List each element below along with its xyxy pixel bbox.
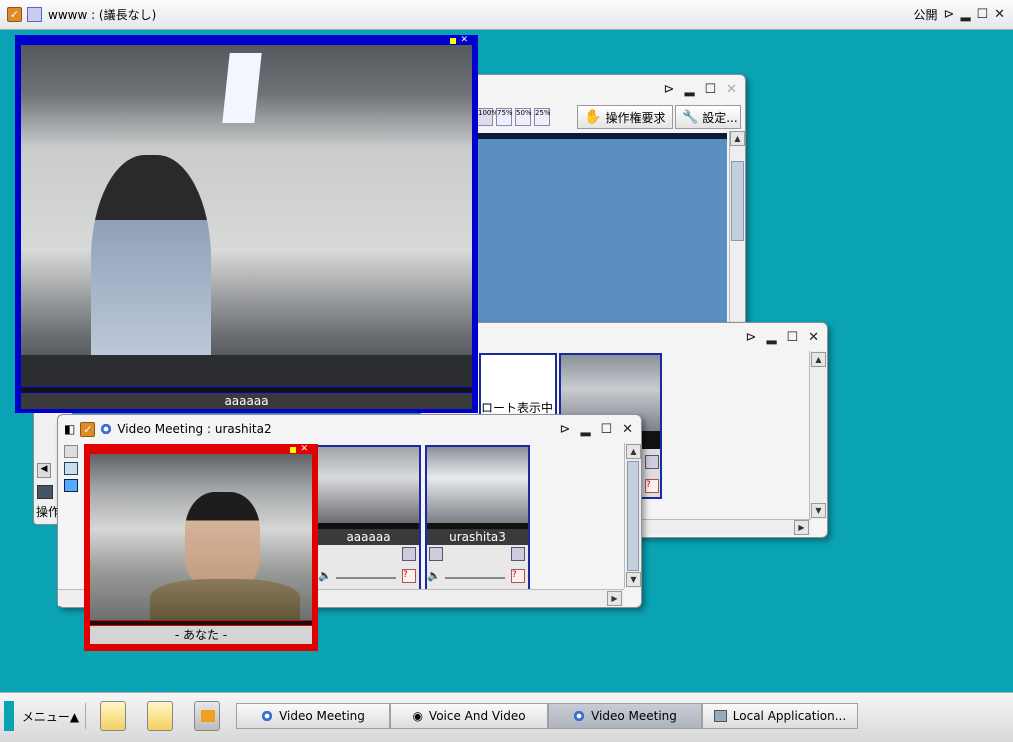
help-icon[interactable]: ? [511, 569, 525, 583]
close-icon[interactable]: ✕ [460, 35, 468, 45]
control-request-button[interactable]: ✋ 操作権要求 [577, 105, 673, 129]
window-titlebar: ⊳ ▂ ☐ ✕ [441, 75, 745, 103]
expand-icon[interactable] [429, 547, 443, 561]
expand-icon[interactable] [645, 455, 659, 469]
whiteboard-window: ⊳ ▂ ☐ ✕ 100% 75% 50% 25% ✋ 操作権要求 🔧 設定...… [440, 74, 746, 336]
volume-slider[interactable] [445, 577, 505, 579]
maximize-icon[interactable]: ☐ [600, 422, 612, 437]
vertical-scrollbar[interactable]: ▲ ▼ [809, 351, 827, 519]
minimize-icon[interactable]: ▂ [684, 82, 694, 97]
minimize-icon[interactable]: ▂ [766, 330, 776, 345]
zoom-50-button[interactable]: 50% [515, 108, 532, 126]
notebook-icon[interactable] [100, 701, 126, 731]
video-feed [21, 45, 472, 387]
layout-large-icon[interactable] [64, 479, 78, 492]
top-title-bar: ✓ wwww : (議長なし) 公開 ⊳ ▂ ☐ ✕ [0, 0, 1013, 30]
help-icon[interactable]: ? [402, 569, 416, 583]
zoom-75-button[interactable]: 75% [496, 108, 513, 126]
speaker-icon[interactable]: 🔈 [318, 569, 332, 582]
hand-icon: ✋ [584, 109, 602, 125]
conference-title: wwww : (議長なし) [48, 8, 157, 22]
expand-icon[interactable] [511, 547, 525, 561]
flag-icon[interactable]: ⊳ [664, 82, 675, 97]
menu-button[interactable]: メニュー▲ [16, 703, 86, 729]
self-video-window[interactable]: ✕ - あなた - [84, 444, 318, 651]
close-icon[interactable]: ✕ [726, 82, 737, 97]
window-titlebar: ◧ ✓ Video Meeting : urashita2 ⊳ ▂ ☐ ✕ [58, 415, 641, 443]
window-title: Video Meeting : urashita2 [117, 422, 272, 436]
taskbar-handle [4, 701, 14, 731]
scroll-right-icon[interactable]: ▶ [794, 520, 809, 535]
scroll-left-icon[interactable]: ◀ [37, 463, 51, 478]
check-icon[interactable]: ✓ [80, 421, 96, 437]
vertical-scrollbar[interactable]: ▲ ▼ [624, 443, 641, 588]
maximize-icon[interactable]: ☐ [786, 330, 798, 345]
zoom-100-button[interactable]: 100% [477, 108, 498, 126]
participant-tile: aaaaaa 🔈 ? [316, 445, 421, 591]
taskbar: メニュー▲ Video Meeting ◉ Voice And Video Vi… [0, 692, 1013, 742]
pin-icon[interactable] [450, 38, 456, 44]
close-icon[interactable]: ✕ [622, 422, 633, 437]
public-label: 公開 [913, 8, 938, 22]
thumbnail-icon[interactable] [37, 485, 53, 499]
scroll-up-icon[interactable]: ▲ [811, 352, 826, 367]
window-titlebar: ⊳ ▂ ☐ ✕ [421, 323, 827, 351]
flag-icon[interactable]: ⊳ [560, 422, 571, 437]
flag-icon[interactable]: ⊳ [746, 330, 757, 345]
video-feed [90, 454, 312, 620]
gear-icon [261, 710, 274, 722]
scroll-down-icon[interactable]: ▼ [626, 572, 641, 587]
check-icon[interactable]: ✓ [7, 7, 22, 22]
maximize-icon[interactable]: ☐ [704, 82, 716, 97]
maximize-icon[interactable]: ☐ [976, 7, 988, 22]
scroll-up-icon[interactable]: ▲ [626, 444, 641, 459]
big-video-window[interactable]: ✕ aaaaaa [15, 35, 478, 413]
window-icon [27, 7, 42, 22]
help-icon[interactable]: ? [645, 479, 659, 493]
restore-icon[interactable]: ◧ [64, 422, 75, 436]
minimize-icon[interactable]: ▂ [580, 422, 590, 437]
whiteboard-canvas[interactable] [477, 133, 727, 328]
gear-icon [100, 423, 113, 435]
close-icon[interactable]: ✕ [808, 330, 819, 345]
participant-name: aaaaaa [318, 529, 419, 545]
participant-tile: urashita3 🔈 ? [425, 445, 530, 591]
notes-icon[interactable] [147, 701, 173, 731]
layout-toolbar [64, 445, 82, 497]
minimize-icon[interactable]: ▂ [960, 7, 970, 22]
close-icon[interactable]: ✕ [300, 444, 308, 454]
zoom-toolbar: 100% 75% 50% 25% [477, 106, 551, 128]
gear-icon [573, 710, 586, 722]
vertical-scrollbar[interactable]: ▲ [729, 131, 745, 331]
horizontal-scrollbar[interactable]: ▶ [631, 519, 811, 535]
layout-medium-icon[interactable] [64, 462, 78, 475]
webcam-icon: ◉ [412, 709, 423, 723]
exit-icon[interactable] [194, 701, 220, 731]
flag-icon[interactable]: ⊳ [944, 7, 955, 22]
participant-name: urashita3 [427, 529, 528, 545]
task-button[interactable]: Local Application... [702, 703, 858, 729]
speaker-icon[interactable]: 🔈 [427, 569, 441, 582]
scroll-down-icon[interactable]: ▼ [811, 503, 826, 518]
app-icon [713, 710, 727, 722]
settings-button[interactable]: 🔧 設定... [675, 105, 741, 129]
wrench-icon: 🔧 [682, 109, 699, 125]
task-button[interactable]: ◉ Voice And Video [390, 703, 548, 729]
scroll-up-icon[interactable]: ▲ [730, 131, 745, 146]
task-button[interactable]: Video Meeting [236, 703, 390, 729]
participant-name: aaaaaa [21, 393, 472, 409]
zoom-25-button[interactable]: 25% [534, 108, 551, 126]
layout-small-icon[interactable] [64, 445, 78, 458]
task-button-active[interactable]: Video Meeting [548, 703, 702, 729]
close-icon[interactable]: ✕ [994, 7, 1005, 22]
volume-slider[interactable] [336, 577, 396, 579]
expand-icon[interactable] [402, 547, 416, 561]
pin-icon[interactable] [290, 447, 296, 453]
scroll-right-icon[interactable]: ▶ [607, 591, 622, 606]
self-label: - あなた - [90, 626, 312, 644]
